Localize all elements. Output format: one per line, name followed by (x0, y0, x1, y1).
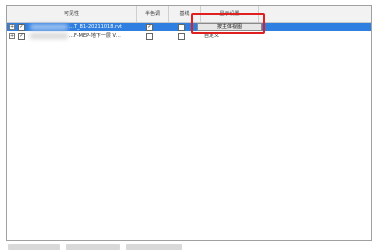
expand-icon[interactable]: + (9, 33, 15, 39)
underlay-checkbox[interactable] (178, 24, 185, 31)
table-row[interactable]: + ✓ …T_B1-20211018.rvt ✓ 按主体视图 (7, 23, 371, 31)
header-halftone[interactable]: 半色调 (137, 6, 169, 22)
header-visibility[interactable]: 可见性 (7, 6, 137, 22)
linked-models-table: 可见性 半色调 基线 显示设置 + ✓ …T_B1-20211018.rvt ✓… (6, 5, 372, 241)
redacted-text (30, 24, 68, 30)
redacted-text (30, 33, 68, 39)
underlay-checkbox[interactable] (178, 33, 185, 40)
visibility-checkbox[interactable]: ✓ (18, 24, 25, 31)
visibility-checkbox[interactable]: ✓ (18, 33, 25, 40)
table-row[interactable]: + ✓ …F-MEP-地下一层 V… 自定义 (7, 32, 371, 40)
halftone-checkbox[interactable] (146, 33, 153, 40)
bottom-tab[interactable] (8, 244, 60, 250)
bottom-tabs (6, 244, 370, 250)
bottom-tab[interactable] (66, 244, 120, 250)
link-name: …T_B1-20211018.rvt (69, 24, 122, 30)
halftone-checkbox[interactable]: ✓ (146, 24, 153, 31)
expand-icon[interactable]: + (9, 24, 15, 30)
link-name: …F-MEP-地下一层 V… (69, 33, 121, 39)
annotation-highlight-box (191, 13, 265, 34)
bottom-tab[interactable] (126, 244, 182, 250)
table-header: 可见性 半色调 基线 显示设置 (7, 6, 371, 23)
